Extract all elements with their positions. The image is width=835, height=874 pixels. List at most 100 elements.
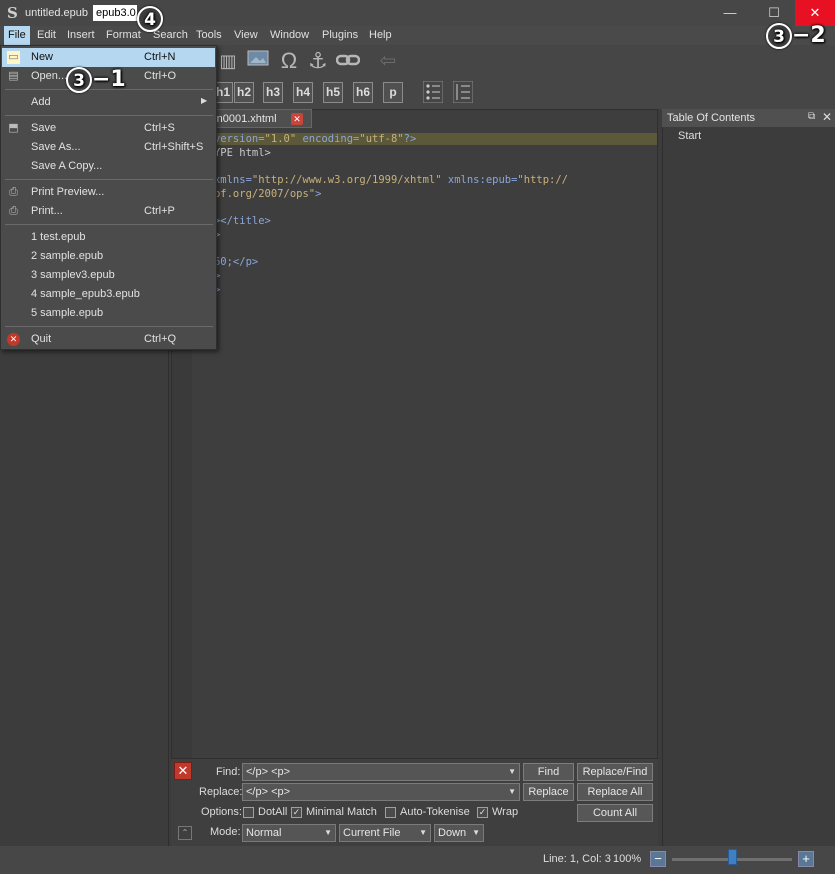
submenu-arrow-icon: ▶ (201, 96, 208, 105)
find-label: Find: (216, 766, 241, 778)
special-char-icon[interactable]: Ω (277, 49, 301, 73)
tab-close-icon[interactable]: ✕ (291, 113, 303, 125)
annotation-3-2-suffix: −2 (792, 23, 826, 48)
toc-item[interactable]: Start (678, 130, 701, 142)
file-menu-item[interactable]: ⬒ Save Ctrl+S (2, 119, 215, 138)
wrap-checkbox[interactable]: ✓ (477, 807, 488, 818)
menu-insert[interactable]: Insert (63, 26, 99, 45)
dotall-checkbox[interactable] (243, 807, 254, 818)
direction-select[interactable]: Down ▼ (434, 824, 484, 842)
file-menu-item[interactable]: 5 sample.epub (2, 304, 215, 323)
heading-button-h5[interactable]: h5 (323, 82, 343, 103)
collapse-icon[interactable]: ⌃ (178, 826, 192, 840)
code-line: ml xmlns="http://www.w3.org/1999/xhtml" … (195, 174, 568, 186)
file-menu-item[interactable]: ⎙ Print... Ctrl+P (2, 202, 215, 221)
zoom-slider-handle[interactable] (728, 849, 737, 865)
chevron-down-icon[interactable]: ▼ (508, 764, 516, 780)
auto-tokenise-checkbox[interactable] (385, 807, 396, 818)
image-icon[interactable] (246, 49, 270, 73)
heading-button-h6[interactable]: h6 (353, 82, 373, 103)
find-input[interactable]: </p> <p> ▼ (242, 763, 520, 781)
new-file-icon: ▭ (7, 51, 20, 64)
zoom-out-icon[interactable]: − (650, 851, 666, 867)
toc-header: Table Of Contents ⧉ ✕ (662, 109, 835, 127)
annotation-3-1-suffix: −1 (92, 67, 126, 92)
title-edit-field[interactable]: epub3.0 (93, 5, 137, 21)
back-arrow-icon[interactable]: ⇦ (376, 49, 400, 73)
replace-find-button[interactable]: Replace/Find (577, 763, 653, 781)
heading-button-h4[interactable]: h4 (293, 82, 313, 103)
mode-select[interactable]: Normal ▼ (242, 824, 336, 842)
file-menu-item[interactable]: Add ▶ (2, 93, 215, 112)
menu-item-shortcut: Ctrl+S (144, 122, 175, 134)
paragraph-button[interactable]: p (383, 82, 403, 103)
save-icon: ⬒ (8, 122, 19, 134)
menu-item-shortcut: Ctrl+P (144, 205, 175, 217)
count-all-button[interactable]: Count All (577, 804, 653, 822)
file-menu-item[interactable]: 3 samplev3.epub (2, 266, 215, 285)
close-find-icon[interactable]: ✕ (174, 762, 192, 780)
chevron-down-icon: ▼ (472, 828, 480, 837)
menu-item-label: Print... (31, 205, 63, 217)
bullet-list-icon[interactable] (421, 80, 445, 105)
chevron-down-icon[interactable]: ▼ (508, 784, 516, 800)
file-menu-item[interactable]: ⎙ Print Preview... (2, 183, 215, 202)
link-icon[interactable] (335, 49, 361, 73)
direction-select-value: Down (438, 827, 467, 839)
replace-all-button[interactable]: Replace All (577, 783, 653, 801)
menu-view[interactable]: View (230, 26, 262, 45)
file-menu-item[interactable]: 4 sample_epub3.epub (2, 285, 215, 304)
menu-item-label: Save (31, 122, 57, 134)
minimize-button[interactable]: — (708, 0, 752, 26)
file-menu-item[interactable]: 2 sample.epub (2, 247, 215, 266)
menu-item-label: Save As... (31, 141, 81, 153)
book-icon[interactable]: ▥ (216, 49, 240, 73)
replace-button[interactable]: Replace (523, 783, 574, 801)
print-preview-icon: ⎙ (9, 186, 18, 198)
replace-input[interactable]: </p> <p> ▼ (242, 783, 520, 801)
close-icon[interactable]: ✕ (822, 110, 832, 124)
code-line: ml version="1.0" encoding="utf-8"?> (195, 133, 657, 145)
mode-label: Mode: (210, 826, 241, 838)
find-button[interactable]: Find (523, 763, 574, 781)
dotall-label: DotAll (258, 806, 288, 818)
menu-item-shortcut: Ctrl+Shift+S (144, 141, 204, 153)
minimal-match-checkbox[interactable]: ✓ (291, 807, 302, 818)
file-menu-item[interactable]: Save A Copy... (2, 157, 215, 176)
menu-item-label: Save A Copy... (31, 160, 103, 172)
code-editor[interactable] (171, 109, 658, 759)
menu-edit[interactable]: Edit (33, 26, 60, 45)
cursor-position: Line: 1, Col: 3 (543, 853, 611, 865)
heading-button-h3[interactable]: h3 (263, 82, 283, 103)
menu-item-label: 3 samplev3.epub (31, 269, 115, 281)
menu-file[interactable]: File (4, 26, 30, 45)
menu-item-shortcut: Ctrl+N (144, 51, 176, 63)
file-menu-item[interactable]: 1 test.epub (2, 228, 215, 247)
code-token: "http://www.w3.org/1999/xhtml" (251, 174, 442, 187)
anchor-icon[interactable]: ⚓ (306, 49, 330, 73)
menu-item-label: 2 sample.epub (31, 250, 104, 262)
code-token: "utf-8" (359, 133, 404, 145)
menu-window[interactable]: Window (266, 26, 313, 45)
menu-item-label: Open... (31, 70, 68, 82)
file-menu-item[interactable]: ✕ Quit Ctrl+Q (2, 330, 215, 349)
menu-item-label: 4 sample_epub3.epub (31, 288, 140, 300)
menu-tools[interactable]: Tools (192, 26, 226, 45)
open-folder-icon: ▤ (8, 70, 19, 82)
undock-icon[interactable]: ⧉ (808, 111, 815, 122)
file-menu-item[interactable]: Save As... Ctrl+Shift+S (2, 138, 215, 157)
annotation-3-1-number: 3 (66, 67, 92, 93)
menu-item-shortcut: Ctrl+O (144, 70, 177, 82)
annotation-3-1: 3 −1 (66, 67, 126, 93)
chevron-down-icon: ▼ (324, 828, 332, 837)
file-menu-item[interactable]: ▭ New Ctrl+N (2, 48, 215, 67)
numbered-list-icon[interactable] (451, 80, 475, 105)
menu-separator (5, 179, 213, 180)
zoom-in-icon[interactable]: + (798, 851, 814, 867)
toc-title: Table Of Contents (667, 112, 756, 124)
menu-bar: File Edit Insert Format Search Tools View Windo… (0, 26, 835, 45)
menu-plugins[interactable]: Plugins (318, 26, 362, 45)
menu-help[interactable]: Help (365, 26, 396, 45)
scope-select[interactable]: Current File ▼ (339, 824, 431, 842)
heading-button-h2[interactable]: h2 (234, 82, 254, 103)
